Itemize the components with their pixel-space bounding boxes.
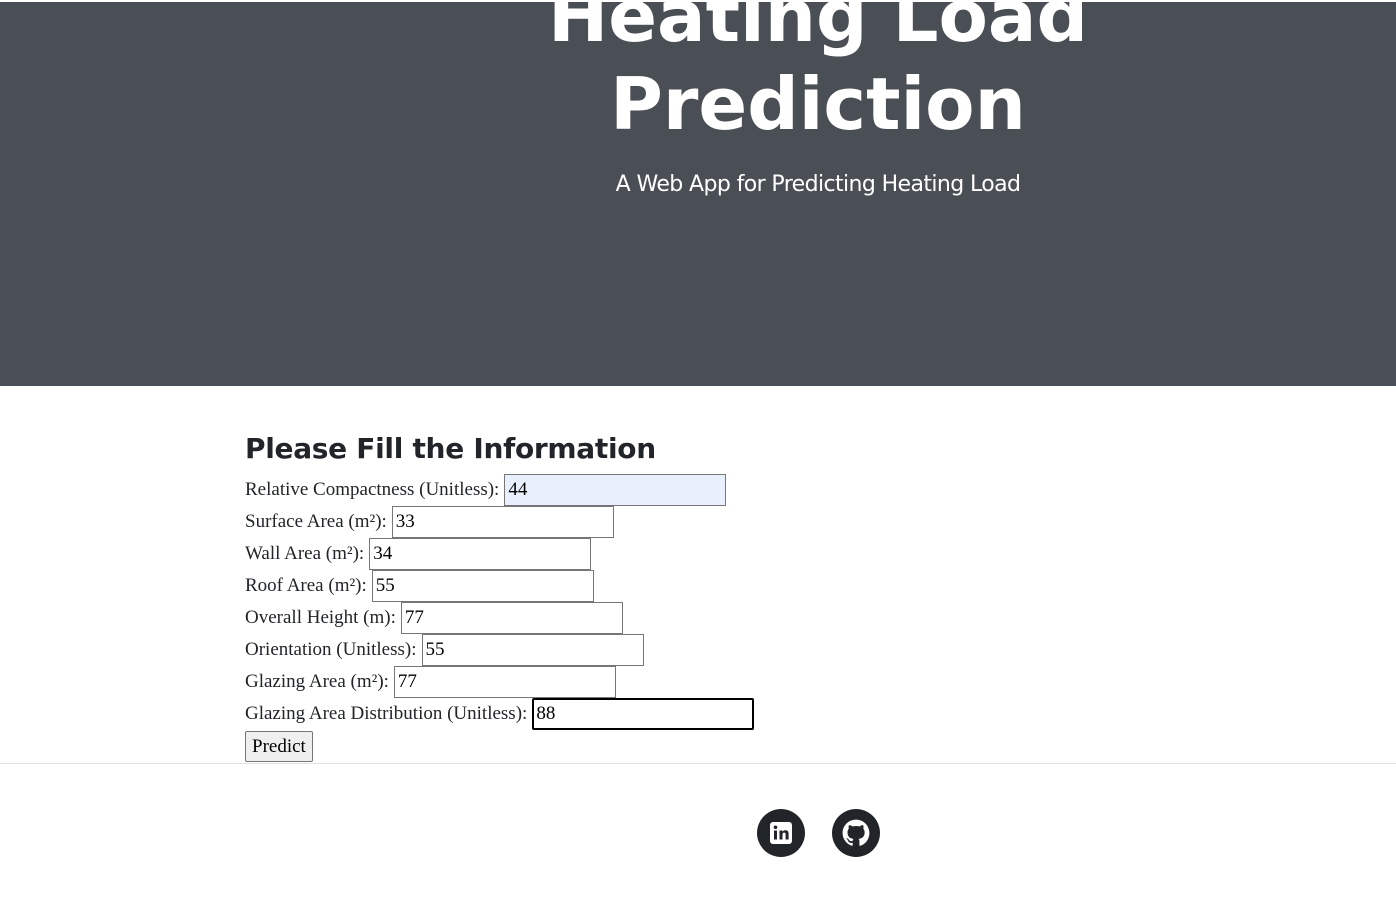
orientation-label: Orientation (Unitless):: [245, 639, 417, 660]
orientation-input[interactable]: [421, 634, 644, 666]
field-row-orientation: Orientation (Unitless):: [245, 634, 945, 666]
github-icon: [842, 819, 870, 846]
glazing-area-distribution-input[interactable]: [532, 698, 755, 730]
overall-height-label: Overall Height (m):: [245, 607, 396, 628]
glazing-area-distribution-label: Glazing Area Distribution (Unitless):: [245, 703, 528, 724]
wall-area-label: Wall Area (m²):: [245, 543, 365, 564]
footer-divider: [0, 763, 1396, 764]
roof-area-input[interactable]: [371, 570, 594, 602]
overall-height-input[interactable]: [400, 602, 623, 634]
surface-area-input[interactable]: [391, 506, 614, 538]
linkedin-icon: [770, 822, 792, 844]
field-row-relative-compactness: Relative Compactness (Unitless):: [245, 474, 945, 506]
field-row-roof-area: Roof Area (m²):: [245, 570, 945, 602]
relative-compactness-input[interactable]: [504, 474, 727, 506]
roof-area-label: Roof Area (m²):: [245, 575, 367, 596]
github-link[interactable]: [832, 809, 880, 857]
field-row-surface-area: Surface Area (m²):: [245, 506, 945, 538]
prediction-form-section: Please Fill the Information Relative Com…: [245, 430, 945, 762]
surface-area-label: Surface Area (m²):: [245, 511, 387, 532]
form-heading: Please Fill the Information: [245, 432, 656, 465]
glazing-area-input[interactable]: [393, 666, 616, 698]
field-row-glazing-area: Glazing Area (m²):: [245, 666, 945, 698]
field-row-wall-area: Wall Area (m²):: [245, 538, 945, 570]
field-row-glazing-area-distribution: Glazing Area Distribution (Unitless):: [245, 698, 945, 730]
prediction-form: Relative Compactness (Unitless): Surface…: [245, 474, 945, 762]
field-row-overall-height: Overall Height (m):: [245, 602, 945, 634]
relative-compactness-label: Relative Compactness (Unitless):: [245, 479, 500, 500]
hero-header: Heating Load Prediction A Web App for Pr…: [0, 2, 1396, 386]
page-subtitle: A Web App for Predicting Heating Load: [615, 172, 1021, 197]
linkedin-link[interactable]: [757, 809, 805, 857]
glazing-area-label: Glazing Area (m²):: [245, 671, 389, 692]
wall-area-input[interactable]: [369, 538, 592, 570]
page-title: Heating Load Prediction: [547, 2, 1089, 146]
predict-button[interactable]: Predict: [245, 731, 313, 762]
